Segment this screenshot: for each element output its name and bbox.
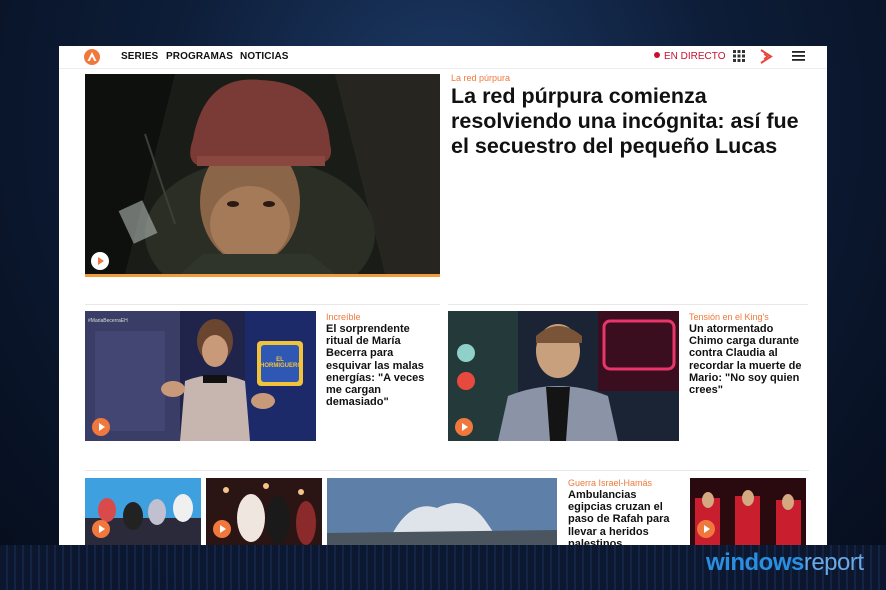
card1-scene (85, 311, 316, 441)
top-nav: SERIES PROGRAMAS NOTICIAS EN DIRECTO (59, 46, 827, 69)
card1-hashtag: #MariaBecerraEH (88, 318, 128, 324)
card2-play-icon[interactable] (455, 418, 473, 436)
atresplayer-icon[interactable] (759, 49, 773, 64)
menu-icon[interactable] (792, 51, 805, 61)
antena3-logo-icon[interactable] (83, 48, 101, 66)
thumb-3[interactable] (327, 478, 557, 545)
thumb-2[interactable] (206, 478, 322, 545)
watermark-part2: report (803, 549, 864, 576)
card3-kicker[interactable]: Guerra Israel-Hamás (568, 478, 652, 488)
card1-headline[interactable]: El sorprendente ritual de María Becerra … (326, 323, 431, 408)
hero-kicker[interactable]: La red púrpura (451, 73, 510, 83)
nav-programas[interactable]: PROGRAMAS (166, 51, 233, 62)
thumb-4-play-icon[interactable] (697, 520, 715, 538)
nav-noticias[interactable]: NOTICIAS (240, 51, 289, 62)
card1-show-logo: EL HORMIGUERO (260, 357, 302, 369)
separator (85, 470, 809, 471)
card2-headline[interactable]: Un atormentado Chimo carga durante contr… (689, 323, 804, 396)
thumb-1[interactable] (85, 478, 201, 545)
hero-progress-bar (85, 274, 440, 277)
thumb-1-play-icon[interactable] (92, 520, 110, 538)
hero-scene (85, 74, 440, 274)
separator (448, 304, 808, 305)
card1-kicker[interactable]: Increíble (326, 312, 361, 322)
hero-play-icon[interactable] (91, 252, 109, 270)
watermark-part1: windows (706, 549, 804, 576)
apps-grid-icon[interactable] (733, 50, 745, 62)
hero-headline[interactable]: La red púrpura comienza resolviendo una … (451, 84, 811, 159)
card2-image[interactable] (448, 311, 679, 441)
card2-scene (448, 311, 679, 441)
card3-headline[interactable]: Ambulancias egipcias cruzan el paso de R… (568, 489, 678, 545)
nav-series[interactable]: SERIES (121, 51, 158, 62)
browser-page: SERIES PROGRAMAS NOTICIAS EN DIRECTO La … (59, 46, 827, 545)
card1-image[interactable]: #MariaBecerraEH EL HORMIGUERO (85, 311, 316, 441)
live-button[interactable]: EN DIRECTO (654, 51, 726, 62)
thumb-3-scene (327, 478, 557, 545)
live-dot-icon (654, 52, 660, 58)
thumb-4[interactable] (690, 478, 806, 545)
windowsreport-watermark: windowsreport (706, 549, 864, 577)
card2-kicker[interactable]: Tensión en el King's (689, 312, 769, 322)
live-label: EN DIRECTO (664, 51, 726, 62)
card1-play-icon[interactable] (92, 418, 110, 436)
thumb-2-play-icon[interactable] (213, 520, 231, 538)
separator (85, 304, 440, 305)
hero-image[interactable] (85, 74, 440, 274)
